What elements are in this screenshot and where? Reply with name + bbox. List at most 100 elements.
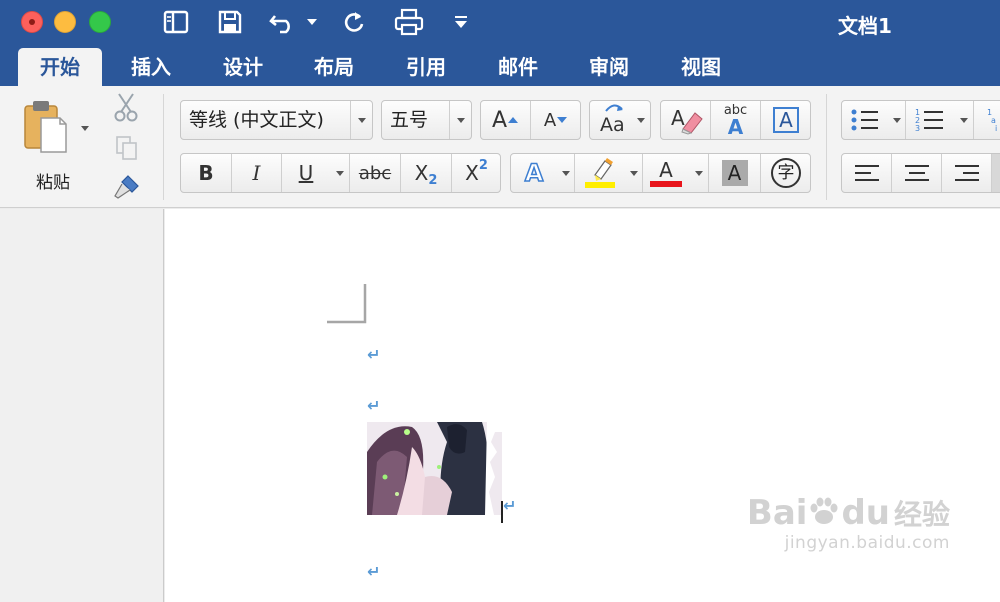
print-icon[interactable] bbox=[391, 6, 427, 38]
format-painter-icon[interactable] bbox=[112, 172, 142, 200]
subscript-base: X bbox=[414, 161, 429, 185]
ribbon-home: 粘贴 等线 (中文正文) 五号 A A Aa A abc A A B I U a… bbox=[0, 86, 1000, 208]
copy-icon[interactable] bbox=[114, 134, 140, 162]
undo-dropdown-icon[interactable] bbox=[303, 6, 321, 38]
italic-button[interactable]: I bbox=[232, 154, 282, 192]
align-left-button[interactable] bbox=[842, 154, 892, 192]
paragraph-mark-icon: ↵ bbox=[367, 345, 381, 364]
numbering-button[interactable]: 123 bbox=[906, 101, 954, 139]
maximize-window-button[interactable] bbox=[89, 11, 111, 33]
tab-view[interactable]: 视图 bbox=[662, 48, 740, 86]
font-size-dropdown-icon[interactable] bbox=[449, 101, 471, 139]
font-color-dropdown-icon[interactable] bbox=[689, 154, 709, 192]
svg-text:i: i bbox=[995, 124, 997, 133]
font-name-value: 等线 (中文正文) bbox=[189, 109, 324, 131]
list-group: 123 1ai bbox=[841, 100, 1000, 140]
paragraph-mark-icon: ↵ bbox=[367, 396, 381, 415]
character-shading-button[interactable]: A bbox=[709, 154, 761, 192]
font-color-group: A A A 字 bbox=[510, 153, 811, 193]
customize-toolbar-icon[interactable] bbox=[450, 6, 472, 38]
paste-label: 粘贴 bbox=[36, 173, 70, 193]
tab-mailings[interactable]: 邮件 bbox=[479, 48, 557, 86]
font-name-dropdown-icon[interactable] bbox=[350, 101, 372, 139]
change-case-dropdown-icon[interactable] bbox=[632, 101, 650, 139]
inserted-image[interactable] bbox=[367, 422, 502, 515]
undo-icon[interactable] bbox=[265, 6, 301, 38]
clear-formatting-button[interactable]: A bbox=[661, 101, 711, 139]
font-color-swatch bbox=[650, 181, 682, 187]
tab-layout[interactable]: 布局 bbox=[295, 48, 373, 86]
change-case-button[interactable]: Aa bbox=[589, 100, 651, 140]
bullets-dropdown-icon[interactable] bbox=[888, 101, 906, 139]
bold-button[interactable]: B bbox=[181, 154, 232, 192]
superscript-index: 2 bbox=[478, 157, 488, 173]
highlight-dropdown-icon[interactable] bbox=[625, 154, 643, 192]
clear-formatting-icon: A bbox=[671, 106, 703, 135]
font-size-group: A A bbox=[480, 100, 581, 140]
superscript-button[interactable]: X2 bbox=[452, 154, 501, 192]
redo-icon[interactable] bbox=[337, 6, 371, 38]
numbering-dropdown-icon[interactable] bbox=[954, 101, 974, 139]
watermark-brand-2: du bbox=[841, 493, 890, 533]
watermark-brand: Bai bbox=[746, 493, 808, 533]
tab-home[interactable]: 开始 bbox=[18, 48, 102, 86]
tab-references[interactable]: 引用 bbox=[387, 48, 465, 86]
paste-button[interactable]: 粘贴 bbox=[18, 94, 98, 194]
justify-button[interactable] bbox=[992, 154, 1000, 192]
sidebar-toggle-icon[interactable] bbox=[160, 6, 192, 38]
svg-text:3: 3 bbox=[915, 124, 920, 133]
font-style-group: B I U abc X2 X2 bbox=[180, 153, 501, 193]
align-center-button[interactable] bbox=[892, 154, 942, 192]
document-title: 文档1 bbox=[838, 14, 892, 38]
phonetic-guide-big: A bbox=[727, 114, 744, 139]
multilevel-list-icon: 1ai bbox=[987, 108, 997, 133]
cut-icon[interactable] bbox=[112, 92, 140, 122]
shrink-font-button[interactable]: A bbox=[531, 101, 581, 139]
grow-arrow-icon bbox=[508, 117, 519, 123]
font-size-value: 五号 bbox=[390, 109, 429, 131]
multilevel-list-button[interactable]: 1ai bbox=[974, 101, 1000, 139]
paw-icon bbox=[807, 496, 841, 526]
shrink-font-label: A bbox=[543, 109, 557, 131]
underline-dropdown-icon[interactable] bbox=[330, 154, 350, 192]
highlight-button[interactable] bbox=[575, 154, 625, 192]
watermark-logo: Bai du 经验 bbox=[747, 494, 950, 533]
group-divider bbox=[163, 94, 164, 200]
superscript-base: X bbox=[465, 161, 479, 185]
tab-insert[interactable]: 插入 bbox=[112, 48, 190, 86]
strikethrough-button[interactable]: abc bbox=[350, 154, 401, 192]
grow-font-button[interactable]: A bbox=[481, 101, 531, 139]
align-right-button[interactable] bbox=[942, 154, 992, 192]
font-size-combo[interactable]: 五号 bbox=[381, 100, 472, 140]
enclose-characters-button[interactable]: 字 bbox=[761, 154, 811, 192]
anime-artwork-image bbox=[367, 422, 502, 515]
character-border-button[interactable]: A bbox=[761, 101, 811, 139]
font-name-combo[interactable]: 等线 (中文正文) bbox=[180, 100, 373, 140]
baidu-jingyan-watermark: Bai du 经验 jingyan.baidu.com bbox=[747, 494, 950, 553]
group-divider bbox=[826, 94, 827, 200]
close-window-button[interactable] bbox=[21, 11, 43, 33]
tab-review[interactable]: 审阅 bbox=[570, 48, 648, 86]
svg-text:A: A bbox=[671, 106, 685, 130]
font-color-button[interactable]: A bbox=[643, 154, 689, 192]
grow-font-label: A bbox=[491, 107, 508, 133]
paste-icon bbox=[24, 101, 67, 153]
phonetic-guide-button[interactable]: abc A bbox=[711, 101, 761, 139]
font-tools-group: A abc A A bbox=[660, 100, 811, 140]
paragraph-mark-icon: ↵ bbox=[367, 562, 381, 581]
text-effects-dropdown-icon[interactable] bbox=[557, 154, 575, 192]
bullets-button[interactable] bbox=[842, 101, 888, 139]
save-icon[interactable] bbox=[213, 6, 247, 38]
tab-design[interactable]: 设计 bbox=[204, 48, 282, 86]
paste-dropdown-icon[interactable] bbox=[81, 126, 89, 131]
underline-button[interactable]: U bbox=[282, 154, 330, 192]
align-center-icon bbox=[904, 165, 929, 181]
enclose-characters-label: 字 bbox=[771, 158, 801, 188]
title-bar: 文档1 开始 插入 设计 布局 引用 邮件 审阅 视图 bbox=[0, 0, 1000, 86]
subscript-button[interactable]: X2 bbox=[401, 154, 452, 192]
text-effects-button[interactable]: A bbox=[511, 154, 557, 192]
minimize-window-button[interactable] bbox=[54, 11, 76, 33]
margin-corner-mark bbox=[327, 284, 367, 324]
text-cursor bbox=[501, 501, 503, 523]
watermark-url: jingyan.baidu.com bbox=[784, 533, 950, 553]
